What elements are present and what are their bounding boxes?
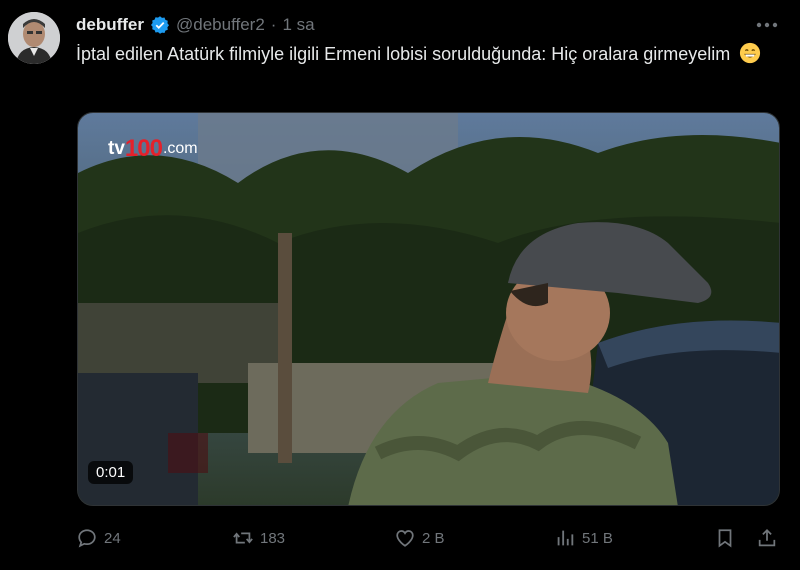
reply-button[interactable]: 24	[76, 524, 121, 552]
tweet-header: debuffer @debuffer2 · 1 sa	[76, 12, 315, 38]
action-bar: 24 183 2 B 51 B	[76, 524, 784, 552]
repost-icon	[233, 532, 253, 544]
watermark-domain: .com	[162, 140, 198, 157]
views-button[interactable]: 51 B	[554, 524, 613, 552]
avatar[interactable]	[8, 12, 60, 64]
views-chart-icon	[557, 530, 574, 546]
display-name[interactable]: debuffer	[76, 15, 144, 35]
like-count: 2 B	[422, 529, 445, 547]
handle[interactable]: @debuffer2	[176, 15, 265, 35]
video-frame	[78, 113, 779, 505]
reply-icon	[78, 529, 96, 548]
bookmark-button[interactable]	[714, 524, 736, 552]
grinning-face-emoji	[740, 42, 761, 64]
user-avatar	[8, 12, 60, 64]
video-duration: 0:01	[88, 461, 134, 484]
tweet: debuffer @debuffer2 · 1 sa İptal edilen …	[0, 0, 800, 570]
video-player[interactable]: tv 100 .com 0:01	[77, 112, 780, 506]
more-horizontal-icon	[756, 22, 778, 28]
repost-button[interactable]: 183	[232, 524, 285, 552]
watermark-tv: tv	[108, 138, 125, 159]
watermark-number: 100	[124, 135, 163, 162]
view-count: 51 B	[582, 529, 613, 547]
repost-count: 183	[260, 529, 286, 547]
heart-icon	[396, 530, 414, 547]
tweet-text: İptal edilen Atatürk filmiyle ilgili Erm…	[76, 40, 776, 69]
tweet-body: İptal edilen Atatürk filmiyle ilgili Erm…	[76, 44, 731, 64]
more-options-button[interactable]	[750, 12, 784, 38]
verified-badge-icon	[151, 16, 169, 34]
separator-dot: ·	[270, 15, 277, 34]
like-button[interactable]: 2 B	[394, 524, 445, 552]
share-button[interactable]	[756, 524, 778, 552]
bookmark-icon	[718, 529, 732, 548]
share-icon	[758, 528, 776, 547]
timestamp[interactable]: 1 sa	[282, 15, 314, 35]
reply-count: 24	[104, 529, 121, 547]
watermark-logo: tv 100 .com	[108, 135, 198, 163]
